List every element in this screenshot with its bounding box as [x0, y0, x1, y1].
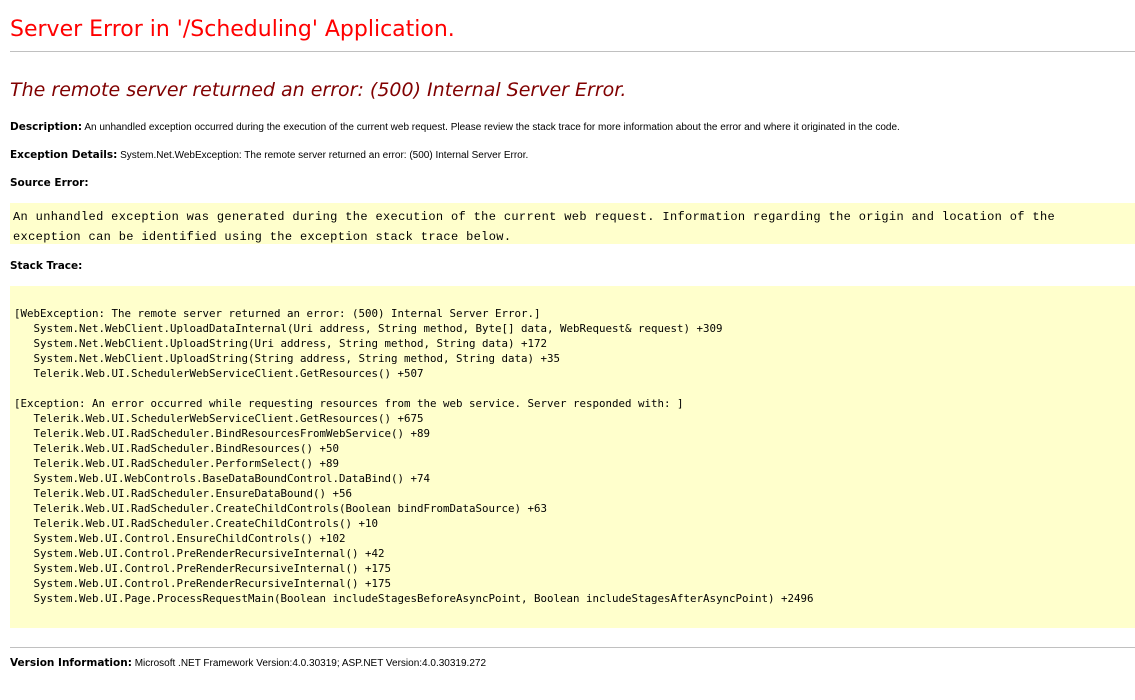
exception-details-text: System.Net.WebException: The remote serv… [117, 150, 529, 161]
exception-details-label: Exception Details: [10, 149, 118, 161]
version-information-line: Version Information: Microsoft .NET Fram… [10, 656, 486, 671]
source-error-text[interactable]: An unhandled exception was generated dur… [13, 208, 1055, 247]
stack-trace-text[interactable]: [WebException: The remote server returne… [14, 306, 814, 606]
source-error-label: Source Error: [10, 177, 89, 189]
description-label: Description: [10, 121, 83, 133]
stack-trace-label: Stack Trace: [10, 260, 83, 272]
source-error-box: An unhandled exception was generated dur… [10, 203, 1135, 244]
error-page: Server Error in '/Scheduling' Applicatio… [0, 0, 1135, 700]
stack-trace-line: Stack Trace: [10, 259, 82, 274]
stack-trace-box: [WebException: The remote server returne… [10, 286, 1135, 628]
error-message: The remote server returned an error: (50… [10, 79, 627, 101]
version-divider [10, 647, 1135, 648]
version-information-label: Version Information: [10, 657, 132, 669]
page-title: Server Error in '/Scheduling' Applicatio… [10, 17, 455, 42]
title-divider [10, 51, 1135, 52]
exception-details-line: Exception Details: System.Net.WebExcepti… [10, 148, 528, 163]
description-text: An unhandled exception occurred during t… [82, 122, 900, 133]
description-line: Description: An unhandled exception occu… [10, 120, 900, 135]
source-error-line: Source Error: [10, 176, 89, 191]
version-information-text: Microsoft .NET Framework Version:4.0.303… [131, 658, 487, 669]
